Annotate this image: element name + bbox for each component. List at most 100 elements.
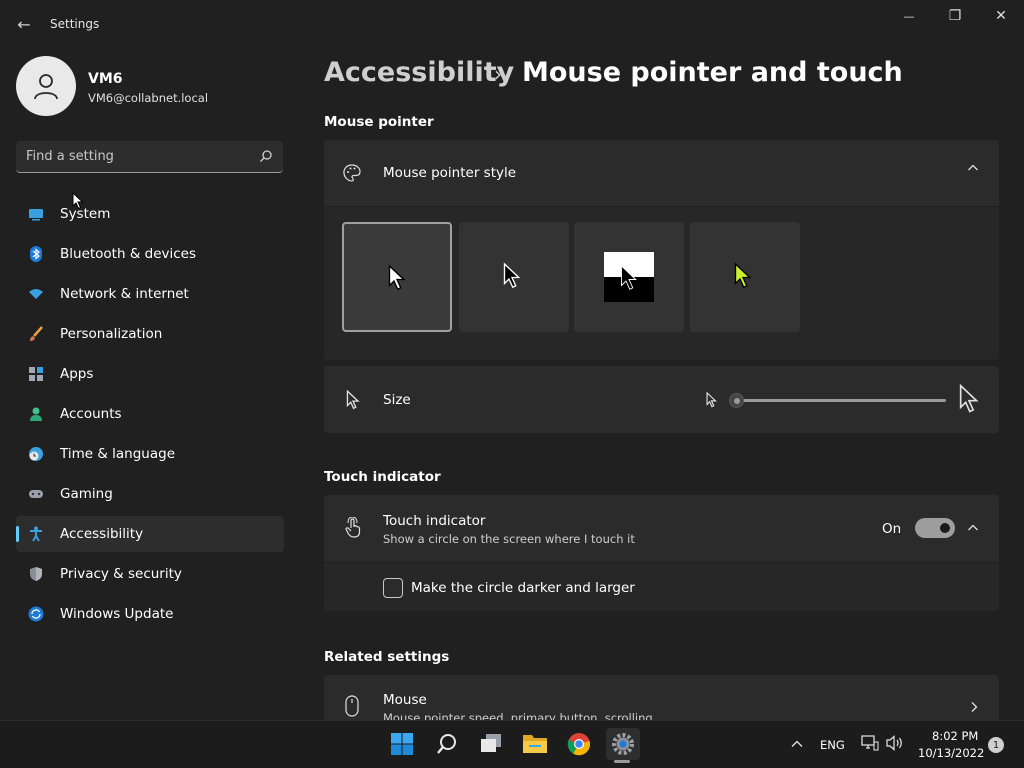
- settings-taskbar-button[interactable]: [606, 728, 640, 760]
- touch-indicator-description: Show a circle on the screen where I touc…: [383, 532, 635, 546]
- sidebar-item-label: Network & internet: [60, 286, 189, 302]
- close-button[interactable]: ✕: [978, 0, 1024, 32]
- mouse-icon: [345, 695, 359, 717]
- touch-indicator-label: Touch indicator: [383, 513, 486, 529]
- sidebar-item-label: Windows Update: [60, 606, 174, 622]
- user-name: VM6: [88, 71, 123, 87]
- toggle-knob: [940, 523, 950, 533]
- clock-date[interactable]: 10/13/2022: [918, 746, 984, 760]
- shield-icon: [30, 567, 42, 581]
- sidebar-item-privacy[interactable]: Privacy & security: [16, 556, 284, 592]
- touch-icon: [345, 517, 361, 538]
- sidebar-item-label: Bluetooth & devices: [60, 246, 197, 262]
- minimize-button[interactable]: —: [886, 0, 932, 32]
- active-app-indicator: [614, 760, 630, 763]
- volume-status[interactable]: [886, 735, 904, 755]
- update-icon: [28, 606, 44, 622]
- user-email: VM6@collabnet.local: [88, 91, 209, 105]
- black-pointer-icon: [503, 262, 521, 289]
- clock-time[interactable]: 8:02 PM: [932, 729, 978, 743]
- chevron-right-icon: [969, 701, 979, 716]
- sidebar-item-label: Privacy & security: [60, 566, 182, 582]
- sidebar-item-label: Accounts: [60, 406, 122, 422]
- file-explorer-button[interactable]: [519, 728, 551, 760]
- white-pointer-icon: [388, 264, 406, 291]
- minimize-icon: —: [903, 9, 915, 23]
- size-slider-track[interactable]: [736, 399, 946, 402]
- pointer-style-white[interactable]: [342, 222, 452, 332]
- apps-icon: [29, 367, 43, 381]
- chevron-up-icon[interactable]: [967, 522, 979, 537]
- file-explorer-icon: [523, 735, 547, 753]
- sidebar-item-label: Time & language: [60, 446, 176, 462]
- maximize-button[interactable]: ❐: [932, 0, 978, 32]
- breadcrumb-parent[interactable]: Accessibility: [324, 57, 514, 88]
- sidebar-item-accessibility[interactable]: Accessibility: [16, 516, 284, 552]
- sidebar-item-label: Personalization: [60, 326, 163, 342]
- accessibility-icon: [30, 526, 42, 542]
- section-title-mouse-pointer: Mouse pointer: [324, 114, 434, 130]
- title-bar: ← Settings — ❐ ✕: [0, 0, 1024, 48]
- size-slider-thumb[interactable]: [729, 393, 744, 408]
- pointer-style-black[interactable]: [459, 222, 569, 332]
- sidebar-item-time-language[interactable]: Time & language: [16, 436, 284, 472]
- small-pointer-icon: [706, 392, 717, 408]
- related-mouse-label: Mouse: [383, 692, 427, 708]
- volume-icon: [886, 735, 902, 751]
- accounts-icon: [30, 407, 42, 421]
- sidebar-item-label: Apps: [60, 366, 94, 382]
- back-button[interactable]: ←: [10, 12, 38, 36]
- settings-icon: [612, 733, 634, 755]
- task-view-button[interactable]: [475, 728, 507, 760]
- related-mouse-link[interactable]: Mouse Mouse pointer speed, primary butto…: [324, 675, 999, 720]
- touch-indicator-toggle[interactable]: [915, 518, 955, 538]
- maximize-icon: ❐: [948, 8, 962, 24]
- chevron-up-icon[interactable]: [967, 162, 979, 177]
- breadcrumb-separator: ›: [494, 62, 502, 86]
- size-label: Size: [383, 392, 411, 408]
- pointer-style-custom[interactable]: [690, 222, 800, 332]
- darker-circle-checkbox[interactable]: [383, 578, 403, 598]
- active-indicator: [16, 526, 19, 542]
- sidebar-item-label: Gaming: [60, 486, 113, 502]
- section-title-touch-indicator: Touch indicator: [324, 469, 441, 485]
- gamepad-icon: [29, 490, 43, 498]
- brush-icon: [30, 326, 43, 341]
- page-title: Mouse pointer and touch: [522, 57, 903, 88]
- mouse-pointer-style-label: Mouse pointer style: [383, 165, 517, 181]
- search-icon[interactable]: [259, 149, 273, 163]
- touch-indicator-row[interactable]: Touch indicator Show a circle on the scr…: [324, 495, 999, 562]
- chrome-button[interactable]: [563, 728, 595, 760]
- show-hidden-icons-button[interactable]: [790, 736, 804, 755]
- sidebar-item-apps[interactable]: Apps: [16, 356, 284, 392]
- pointer-style-inverted[interactable]: [574, 222, 684, 332]
- search-box[interactable]: [16, 141, 283, 173]
- network-status[interactable]: [861, 735, 879, 755]
- app-title: Settings: [50, 17, 100, 31]
- search-icon: [437, 734, 456, 754]
- sidebar-item-gaming[interactable]: Gaming: [16, 476, 284, 512]
- language-indicator[interactable]: ENG: [820, 738, 845, 752]
- search-input[interactable]: [16, 141, 246, 171]
- user-icon: [34, 74, 58, 100]
- taskbar-search-button[interactable]: [431, 728, 463, 760]
- back-arrow-icon: ←: [17, 14, 31, 34]
- sidebar-item-bluetooth[interactable]: Bluetooth & devices: [16, 236, 284, 272]
- start-icon: [391, 733, 413, 755]
- start-button[interactable]: [386, 728, 418, 760]
- notification-badge[interactable]: 1: [988, 737, 1004, 753]
- darker-circle-label[interactable]: Make the circle darker and larger: [411, 580, 635, 596]
- sidebar-item-system[interactable]: System: [16, 196, 284, 232]
- chevron-up-icon: [791, 740, 803, 747]
- related-mouse-description: Mouse pointer speed, primary button, scr…: [383, 711, 653, 720]
- avatar[interactable]: [16, 56, 76, 116]
- sidebar-item-windows-update[interactable]: Windows Update: [16, 596, 284, 632]
- sidebar-item-personalization[interactable]: Personalization: [16, 316, 284, 352]
- pointer-size-icon: [346, 390, 360, 410]
- mouse-pointer-style-header[interactable]: Mouse pointer style: [324, 140, 999, 206]
- wifi-icon: [29, 289, 43, 299]
- sidebar-item-network[interactable]: Network & internet: [16, 276, 284, 312]
- sidebar-item-label: Accessibility: [60, 526, 144, 542]
- chrome-icon: [567, 733, 591, 756]
- sidebar-item-accounts[interactable]: Accounts: [16, 396, 284, 432]
